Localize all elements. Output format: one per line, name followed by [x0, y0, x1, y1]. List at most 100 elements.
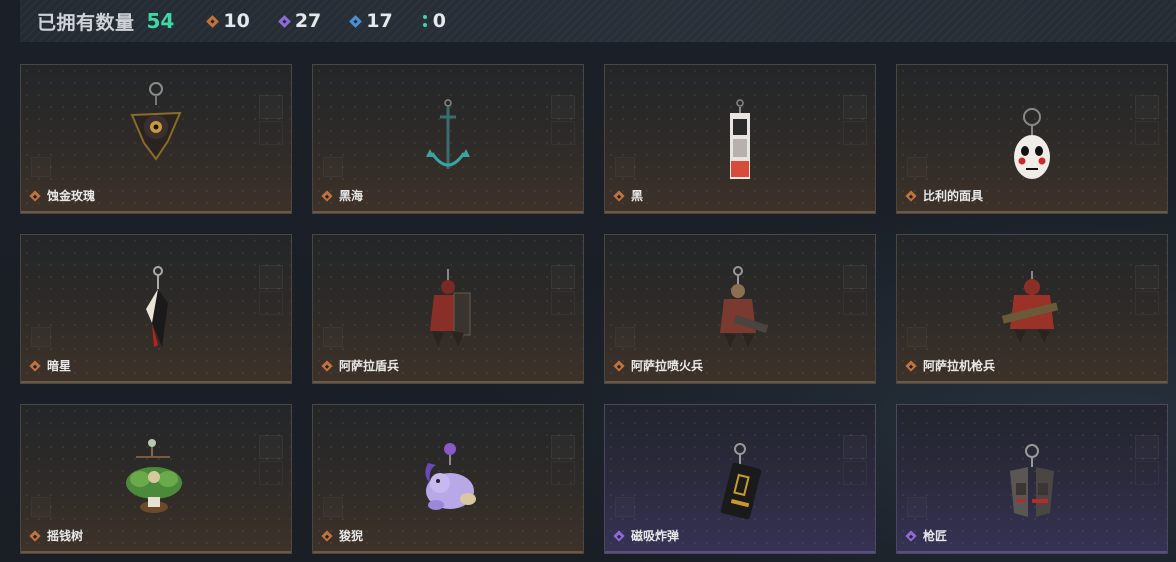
card-decoration	[259, 461, 283, 485]
stat-green: 0	[422, 10, 446, 32]
anchor-charm-icon	[426, 99, 470, 169]
charm-name: 蚀金玫瑰	[47, 189, 96, 203]
card-label: 暗星	[29, 357, 72, 374]
card-decoration	[1135, 95, 1159, 119]
card-label: 蚀金玫瑰	[29, 187, 96, 204]
card-decoration	[843, 95, 867, 119]
charm-name: 摇钱树	[47, 529, 84, 543]
charm-grid: 蚀金玫瑰 黑海 黑 比利的面具 暗星 阿萨拉盾兵 阿萨拉喷火兵 阿萨拉机枪兵 摇…	[20, 64, 1170, 554]
green-dots-icon	[422, 15, 427, 27]
charm-name: 黑海	[339, 189, 364, 203]
card-decoration	[615, 327, 635, 347]
billy-mask-charm-icon	[1014, 108, 1050, 179]
card-decoration	[259, 95, 283, 119]
orange-diamond-icon	[321, 189, 333, 202]
card-label: 黑海	[321, 187, 364, 204]
asala-machinegunner-charm-icon	[1001, 271, 1059, 343]
card-decoration	[31, 157, 51, 177]
card-decoration	[551, 435, 575, 459]
card-decoration	[323, 497, 343, 517]
card-decoration	[551, 95, 575, 119]
charm-card[interactable]: 黑	[604, 64, 876, 214]
charm-card[interactable]: 枪匠	[896, 404, 1168, 554]
blue-diamond-icon	[349, 14, 363, 28]
card-decoration	[1135, 291, 1159, 315]
card-decoration	[259, 435, 283, 459]
orange-diamond-icon	[321, 359, 333, 372]
card-decoration	[1135, 265, 1159, 289]
orange-diamond-icon	[321, 529, 333, 542]
card-label: 黑	[613, 187, 644, 204]
card-decoration	[843, 435, 867, 459]
charm-name: 磁吸炸弹	[631, 529, 680, 543]
purple-diamond-icon	[905, 529, 917, 542]
card-charm-icon	[730, 99, 750, 179]
charm-card[interactable]: 阿萨拉盾兵	[312, 234, 584, 384]
stat-purple-count: 27	[294, 10, 322, 32]
card-label: 枪匠	[905, 527, 948, 544]
owned-count-title: 已拥有数量	[37, 11, 135, 34]
asala-shield-soldier-charm-icon	[430, 269, 471, 347]
charm-card[interactable]: 黑海	[312, 64, 584, 214]
card-label: 狻猊	[321, 527, 364, 544]
card-decoration	[551, 121, 575, 145]
card-decoration	[259, 265, 283, 289]
charm-name: 狻猊	[339, 529, 364, 543]
charm-card[interactable]: 蚀金玫瑰	[20, 64, 292, 214]
card-decoration	[259, 121, 283, 145]
charm-name: 阿萨拉喷火兵	[631, 359, 704, 373]
card-label: 磁吸炸弹	[613, 527, 680, 544]
orange-diamond-icon	[206, 14, 220, 28]
charm-name: 黑	[631, 189, 644, 203]
card-decoration	[551, 291, 575, 315]
card-decoration	[843, 121, 867, 145]
card-decoration	[323, 327, 343, 347]
dark-star-blade-charm-icon	[146, 266, 168, 347]
card-label: 阿萨拉机枪兵	[905, 357, 996, 374]
charm-name: 阿萨拉机枪兵	[923, 359, 996, 373]
charm-name: 阿萨拉盾兵	[339, 359, 400, 373]
card-decoration	[1135, 461, 1159, 485]
charm-card[interactable]: 磁吸炸弹	[604, 404, 876, 554]
charm-collection-page: 已拥有数量 54 10 27 17 0 蚀金玫瑰 黑海 黑 比利的面具 暗星 阿…	[0, 0, 1176, 562]
charm-card[interactable]: 暗星	[20, 234, 292, 384]
stat-purple: 27	[277, 10, 322, 32]
charm-card[interactable]: 阿萨拉机枪兵	[896, 234, 1168, 384]
owned-total-count: 54	[146, 9, 175, 33]
charm-name: 比利的面具	[923, 189, 984, 203]
charm-name: 枪匠	[923, 529, 948, 543]
card-decoration	[259, 291, 283, 315]
stat-orange-count: 10	[223, 10, 250, 32]
card-decoration	[907, 327, 927, 347]
orange-diamond-icon	[613, 189, 625, 202]
card-decoration	[551, 461, 575, 485]
charm-name: 暗星	[47, 359, 72, 373]
card-decoration	[1135, 435, 1159, 459]
card-decoration	[1135, 121, 1159, 145]
orange-diamond-icon	[905, 359, 917, 372]
stat-orange: 10	[206, 10, 250, 32]
charm-card[interactable]: 狻猊	[312, 404, 584, 554]
charm-card[interactable]: 摇钱树	[20, 404, 292, 554]
orange-diamond-icon	[29, 189, 41, 202]
collection-header: 已拥有数量 54 10 27 17 0	[20, 0, 1176, 42]
charm-card[interactable]: 阿萨拉喷火兵	[604, 234, 876, 384]
purple-diamond-icon	[613, 529, 625, 542]
card-decoration	[615, 497, 635, 517]
card-decoration	[843, 265, 867, 289]
orange-diamond-icon	[29, 529, 41, 542]
magnetic-bomb-charm-icon	[720, 443, 762, 520]
card-decoration	[843, 291, 867, 315]
suanni-lion-charm-icon	[425, 443, 476, 510]
card-label: 阿萨拉盾兵	[321, 357, 400, 374]
card-decoration	[615, 157, 635, 177]
card-decoration	[31, 497, 51, 517]
asala-flamethrower-charm-icon	[720, 266, 769, 347]
card-decoration	[843, 461, 867, 485]
card-decoration	[907, 497, 927, 517]
charm-card[interactable]: 比利的面具	[896, 64, 1168, 214]
stat-green-count: 0	[432, 10, 446, 32]
stat-blue: 17	[349, 10, 393, 32]
money-tree-charm-icon	[126, 439, 182, 513]
card-decoration	[323, 157, 343, 177]
